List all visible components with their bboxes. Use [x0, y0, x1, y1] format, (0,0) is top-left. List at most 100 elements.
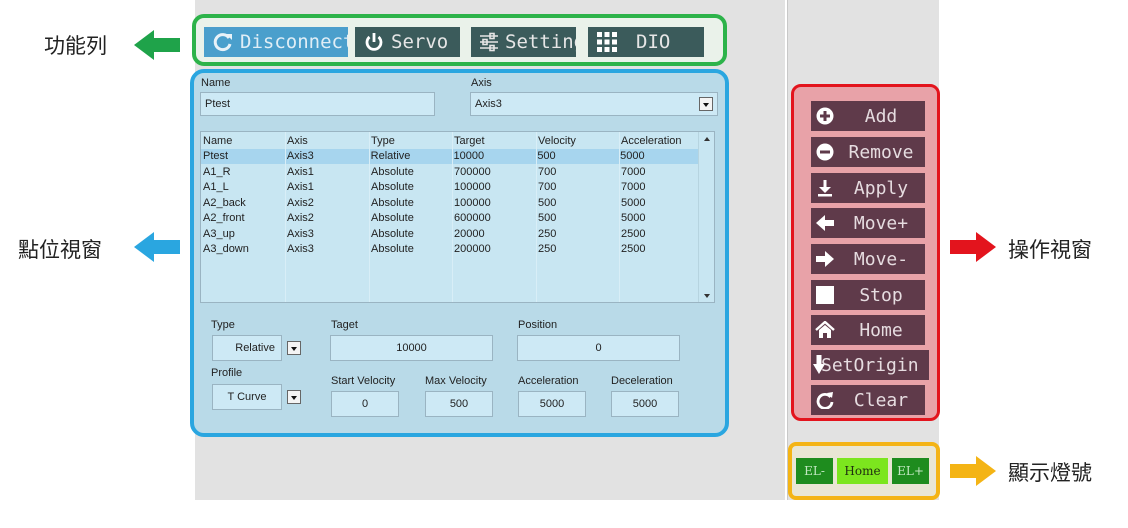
- table-cell: 5000: [621, 212, 646, 225]
- table-row[interactable]: A3_up Axis3 Absolute 20000 250 2500: [201, 226, 714, 242]
- table-cell: 700: [538, 165, 557, 178]
- axis-label: Axis: [471, 77, 492, 89]
- apply-label: Apply: [853, 177, 909, 199]
- table-cell: 7000: [621, 181, 646, 194]
- axis-select[interactable]: Axis3: [470, 92, 718, 116]
- disconnect-button[interactable]: Disconnect: [204, 27, 348, 57]
- table-cell: 2500: [621, 227, 646, 240]
- scroll-down-icon[interactable]: [704, 294, 710, 298]
- start-velocity-label: Start Velocity: [331, 375, 396, 387]
- table-cell: Axis3: [287, 227, 314, 240]
- name-input[interactable]: Ptest: [200, 92, 435, 116]
- position-display: 0: [517, 335, 680, 361]
- type-dropdown-arrow-icon[interactable]: [287, 341, 301, 355]
- operation-window-callout: 操作視窗: [1008, 238, 1092, 262]
- table-row[interactable]: A2_front Axis2 Absolute 600000 500 5000: [201, 211, 714, 227]
- max-velocity-input[interactable]: 500: [425, 391, 493, 417]
- target-input[interactable]: 10000: [330, 335, 493, 361]
- name-label: Name: [201, 77, 231, 89]
- dio-label: DIO: [636, 31, 671, 53]
- sliders-icon: [480, 32, 498, 52]
- home-button[interactable]: Home: [811, 315, 925, 345]
- move-plus-button[interactable]: Move+: [811, 208, 925, 238]
- table-cell: 250: [538, 227, 557, 240]
- table-cell: A3_down: [203, 243, 249, 256]
- add-label: Add: [864, 105, 898, 127]
- setting-label: Setting: [505, 31, 576, 53]
- servo-button[interactable]: Servo: [355, 27, 460, 57]
- profile-label: Profile: [211, 367, 243, 379]
- table-scrollbar[interactable]: [698, 132, 714, 302]
- arrow-left-icon: [816, 215, 834, 231]
- table-cell: Axis2: [287, 212, 314, 225]
- apply-button[interactable]: Apply: [811, 173, 925, 203]
- move-minus-label: Move-: [853, 248, 909, 270]
- power-icon: [365, 33, 383, 51]
- position-label: Position: [518, 319, 558, 331]
- table-cell: A3_up: [203, 227, 235, 240]
- col-header-velocity[interactable]: Velocity: [536, 135, 619, 147]
- table-cell: 700000: [454, 165, 491, 178]
- table-cell: 5000: [620, 150, 645, 163]
- table-row[interactable]: A1_R Axis1 Absolute 700000 700 7000: [201, 164, 714, 180]
- set-origin-label: SetOrigin: [821, 354, 919, 376]
- minus-circle-icon: [816, 143, 834, 161]
- reload-icon: [816, 392, 834, 409]
- servo-label: Servo: [391, 31, 449, 53]
- add-button[interactable]: Add: [811, 101, 925, 131]
- type-select[interactable]: Relative: [212, 335, 282, 361]
- stop-button[interactable]: Stop: [811, 280, 925, 310]
- clear-label: Clear: [853, 389, 909, 411]
- table-cell: Axis3: [286, 150, 314, 163]
- table-cell: Axis2: [287, 196, 314, 209]
- profile-select[interactable]: T Curve: [212, 384, 282, 410]
- table-row[interactable]: A1_L Axis1 Absolute 100000 700 7000: [201, 180, 714, 196]
- col-header-acceleration[interactable]: Acceleration: [619, 135, 699, 147]
- clear-button[interactable]: Clear: [811, 385, 925, 415]
- set-origin-button[interactable]: SetOrigin: [811, 350, 929, 380]
- table-cell: 100000: [454, 196, 491, 209]
- download-icon: [818, 180, 832, 197]
- table-cell: 500: [538, 212, 557, 225]
- table-cell: 10000: [453, 150, 485, 163]
- table-row[interactable]: Ptest Axis3 Relative 10000 500 5000: [201, 148, 698, 164]
- scroll-up-icon[interactable]: [704, 137, 710, 141]
- table-row[interactable]: A2_back Axis2 Absolute 100000 500 5000: [201, 195, 714, 211]
- deceleration-input[interactable]: 5000: [611, 391, 679, 417]
- grid-icon: [597, 32, 617, 52]
- el-plus-light: EL+: [892, 458, 929, 484]
- table-cell: 100000: [454, 181, 491, 194]
- table-cell: Absolute: [371, 243, 414, 256]
- refresh-icon: [213, 33, 232, 52]
- table-cell: 600000: [454, 212, 491, 225]
- axis-select-value: Axis3: [475, 98, 502, 110]
- yellow-arrow-icon: [950, 456, 996, 486]
- move-minus-button[interactable]: Move-: [811, 244, 925, 274]
- table-cell: 500: [537, 150, 556, 163]
- axis-dropdown-arrow-icon[interactable]: [699, 97, 713, 111]
- table-cell: 500: [538, 196, 557, 209]
- plus-circle-icon: [816, 107, 834, 125]
- setting-button[interactable]: Setting: [471, 27, 576, 57]
- blue-arrow-icon: [134, 232, 180, 262]
- table-cell: A1_R: [203, 165, 231, 178]
- table-gridline: [369, 132, 370, 302]
- table-header: Name Axis Type Target Velocity Accelerat…: [201, 133, 714, 149]
- table-row[interactable]: A3_down Axis3 Absolute 200000 250 2500: [201, 242, 714, 258]
- profile-dropdown-arrow-icon[interactable]: [287, 390, 301, 404]
- col-header-target[interactable]: Target: [452, 135, 536, 147]
- dio-button[interactable]: DIO: [588, 27, 704, 57]
- table-gridline: [452, 132, 453, 302]
- green-arrow-icon: [134, 30, 180, 60]
- point-window-callout: 點位視窗: [18, 238, 102, 262]
- table-cell: Axis1: [287, 181, 314, 194]
- start-velocity-input[interactable]: 0: [331, 391, 399, 417]
- col-header-type[interactable]: Type: [369, 135, 452, 147]
- remove-button[interactable]: Remove: [811, 137, 925, 167]
- col-header-axis[interactable]: Axis: [285, 135, 369, 147]
- table-cell: 2500: [621, 243, 646, 256]
- stop-label: Stop: [859, 284, 903, 306]
- acceleration-input[interactable]: 5000: [518, 391, 586, 417]
- table-gridline: [619, 132, 620, 302]
- col-header-name[interactable]: Name: [201, 135, 285, 147]
